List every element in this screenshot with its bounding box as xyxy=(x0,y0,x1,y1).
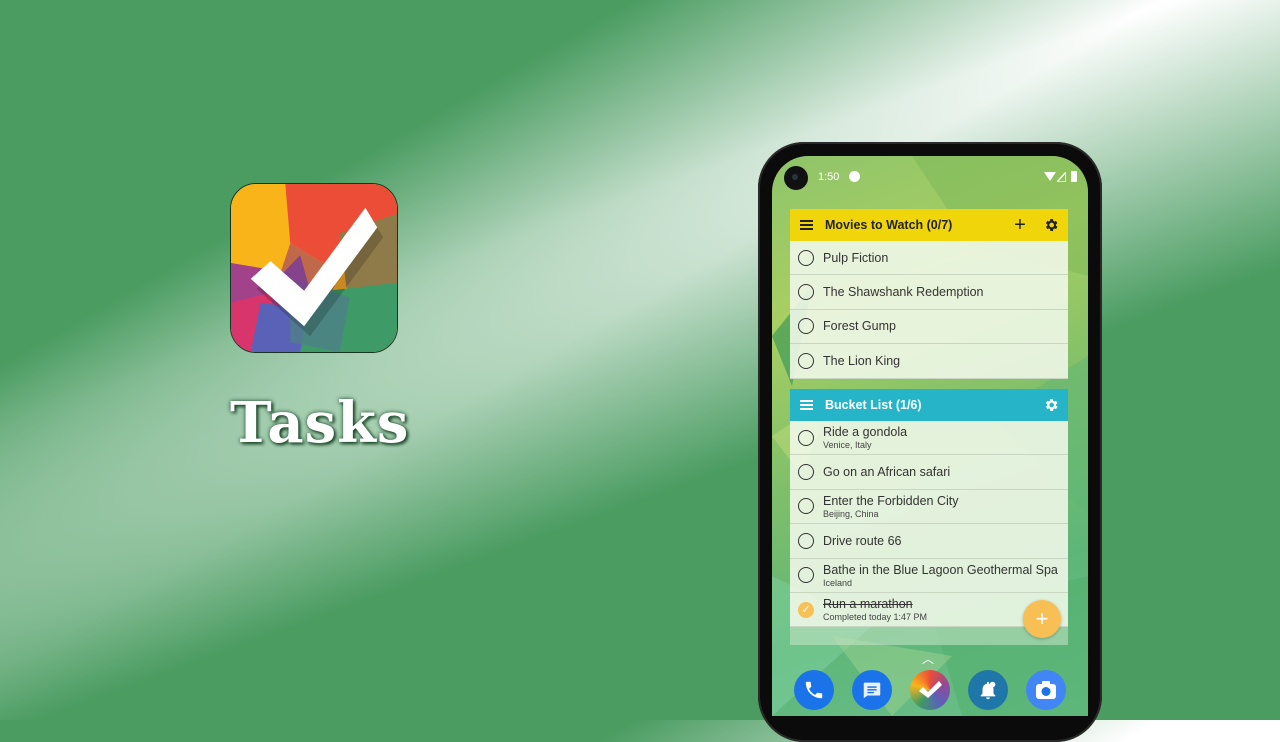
task-text: Ride a gondola Venice, Italy xyxy=(823,425,907,450)
wifi-icon xyxy=(1044,172,1056,181)
settings-icon[interactable] xyxy=(1043,397,1059,413)
task-text: Pulp Fiction xyxy=(823,251,888,265)
task-text: Enter the Forbidden City Beijing, China xyxy=(823,494,959,519)
task-row[interactable]: Go on an African safari xyxy=(790,455,1068,490)
task-row[interactable]: Pulp Fiction xyxy=(790,241,1068,276)
phone-icon xyxy=(805,681,823,699)
task-title: Run a marathon xyxy=(823,597,913,612)
task-text: Run a marathon Completed today 1:47 PM xyxy=(823,597,927,622)
task-text: The Lion King xyxy=(823,354,900,368)
task-note: Beijing, China xyxy=(823,508,879,519)
checkbox-icon[interactable] xyxy=(798,498,814,515)
task-row[interactable]: Enter the Forbidden City Beijing, China xyxy=(790,489,1068,525)
checkbox-icon[interactable] xyxy=(798,352,814,369)
widget-title[interactable]: Movies to Watch (0/7) xyxy=(825,218,952,232)
checkbox-icon[interactable] xyxy=(798,284,814,301)
add-icon: + xyxy=(1035,606,1049,631)
task-title: Drive route 66 xyxy=(823,533,902,548)
list-icon[interactable] xyxy=(800,400,813,410)
task-text: The Shawshank Redemption xyxy=(823,285,984,299)
dock xyxy=(772,670,1088,716)
camera-icon xyxy=(1036,681,1056,699)
settings-icon[interactable] xyxy=(1043,217,1059,233)
task-row[interactable]: The Shawshank Redemption xyxy=(790,275,1068,310)
checked-checkbox-icon[interactable]: ✓ xyxy=(798,601,814,618)
tasks-app-icon xyxy=(230,183,398,353)
task-note: Iceland xyxy=(823,577,853,588)
task-title: Forest Gump xyxy=(823,319,896,334)
tasks-app-icon xyxy=(919,681,942,698)
app-drawer-chevron-icon[interactable]: ︿ xyxy=(922,650,934,667)
data-saver-icon xyxy=(849,171,860,182)
message-icon xyxy=(863,682,881,699)
tasks-app-dock-icon[interactable] xyxy=(910,670,950,710)
task-row[interactable]: The Lion King xyxy=(790,344,1068,379)
app-name-title: Tasks xyxy=(230,390,410,456)
widget-header: Movies to Watch (0/7) + xyxy=(790,209,1068,241)
widget-header: Bucket List (1/6) xyxy=(790,389,1068,421)
task-note: Completed today 1:47 PM xyxy=(823,612,928,623)
task-text: Drive route 66 xyxy=(823,534,902,548)
task-text: Bathe in the Blue Lagoon Geothermal Spa I… xyxy=(823,563,1058,588)
task-title: The Lion King xyxy=(823,353,901,368)
task-row[interactable]: Drive route 66 xyxy=(790,524,1068,559)
front-camera xyxy=(784,166,808,190)
task-row[interactable]: Ride a gondola Venice, Italy xyxy=(790,421,1068,456)
checkbox-icon[interactable] xyxy=(798,532,814,549)
checkbox-icon[interactable] xyxy=(798,249,814,266)
checkbox-icon[interactable] xyxy=(798,318,814,335)
camera-app-icon[interactable] xyxy=(1026,670,1066,710)
checkbox-icon[interactable] xyxy=(798,464,814,481)
task-title: Bathe in the Blue Lagoon Geothermal Spa xyxy=(823,562,1058,577)
task-note: Venice, Italy xyxy=(823,440,872,451)
add-icon[interactable]: + xyxy=(1012,215,1028,235)
messages-app-icon[interactable] xyxy=(852,670,892,710)
checkbox-icon[interactable] xyxy=(798,567,814,584)
task-title: Ride a gondola xyxy=(823,425,908,440)
task-title: Pulp Fiction xyxy=(823,250,889,265)
task-title: The Shawshank Redemption xyxy=(823,285,984,300)
widget-title[interactable]: Bucket List (1/6) xyxy=(825,398,922,412)
reminders-app-icon[interactable] xyxy=(968,670,1008,710)
list-icon[interactable] xyxy=(800,220,813,230)
task-row[interactable]: Forest Gump xyxy=(790,309,1068,345)
phone-screen: 1:50 Movies to Watch (0/7) + Pulp Fictio… xyxy=(772,156,1088,716)
checkbox-icon[interactable] xyxy=(798,429,814,446)
task-title: Go on an African safari xyxy=(823,465,951,480)
widget-movies-to-watch: Movies to Watch (0/7) + Pulp Fiction The … xyxy=(790,209,1068,379)
task-text: Go on an African safari xyxy=(823,465,950,479)
signal-icon xyxy=(1057,172,1066,182)
task-title: Enter the Forbidden City xyxy=(823,493,959,508)
battery-icon xyxy=(1071,171,1077,182)
task-text: Forest Gump xyxy=(823,319,896,333)
add-task-fab[interactable]: + xyxy=(1023,600,1061,638)
phone-app-icon[interactable] xyxy=(794,670,834,710)
bell-icon xyxy=(980,681,996,700)
task-row[interactable]: Bathe in the Blue Lagoon Geothermal Spa I… xyxy=(790,558,1068,593)
status-time: 1:50 xyxy=(818,171,840,183)
